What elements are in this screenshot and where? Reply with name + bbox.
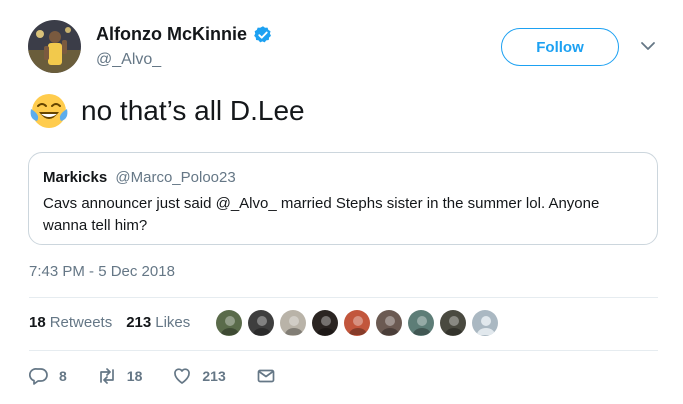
retweet-button[interactable]: 18 <box>97 366 143 386</box>
liker-avatar[interactable] <box>215 309 243 337</box>
chevron-down-icon[interactable] <box>640 40 656 52</box>
user-photo-icon <box>344 310 370 336</box>
likes-stat[interactable]: 213 Likes <box>126 314 190 331</box>
quoted-handle: @Marco_Poloo23 <box>115 169 236 186</box>
liker-avatar[interactable] <box>439 309 467 337</box>
author-avatar[interactable] <box>28 20 81 73</box>
liker-avatars <box>215 309 503 339</box>
verified-badge-icon <box>254 25 271 42</box>
retweets-label: Retweets <box>49 314 113 331</box>
divider <box>29 297 658 298</box>
follow-button[interactable]: Follow <box>501 28 619 66</box>
retweets-stat[interactable]: 18 Retweets <box>29 314 112 331</box>
reply-button[interactable]: 8 <box>29 366 67 386</box>
direct-message-button[interactable] <box>256 366 286 386</box>
user-photo-icon <box>376 310 402 336</box>
retweets-count: 18 <box>29 314 46 331</box>
user-photo-icon <box>248 310 274 336</box>
heart-icon <box>174 368 191 384</box>
user-photo-icon <box>408 310 434 336</box>
author-handle[interactable]: @_Alvo_ <box>96 51 161 69</box>
tweet-text: no that’s all D.Lee <box>81 95 305 126</box>
liker-avatar[interactable] <box>343 309 371 337</box>
face-with-tears-of-joy-icon <box>30 94 68 128</box>
tweet-card: Alfonzo McKinnie @_Alvo_ Follow no that’… <box>0 0 683 404</box>
likes-label: Likes <box>155 314 191 331</box>
quoted-display-name: Markicks <box>43 169 108 186</box>
default-avatar-icon <box>472 310 498 336</box>
likes-count: 213 <box>126 314 152 331</box>
like-button[interactable]: 213 <box>172 366 226 386</box>
user-photo-icon <box>216 310 242 336</box>
reply-icon <box>29 368 48 385</box>
liker-avatar[interactable] <box>375 309 403 337</box>
author-display-name[interactable]: Alfonzo McKinnie <box>96 24 247 45</box>
tweet-timestamp[interactable]: 7:43 PM - 5 Dec 2018 <box>29 263 175 280</box>
liker-avatar[interactable] <box>279 309 307 337</box>
retweet-icon <box>99 368 114 384</box>
quoted-tweet-card[interactable]: Markicks @Marco_Poloo23 Cavs announcer j… <box>28 152 658 245</box>
envelope-icon <box>257 369 275 383</box>
user-photo-icon <box>280 310 306 336</box>
user-photo-icon <box>312 310 338 336</box>
liker-avatar[interactable] <box>311 309 339 337</box>
liker-avatar[interactable] <box>407 309 435 337</box>
user-photo-icon <box>440 310 466 336</box>
divider <box>29 350 658 351</box>
liker-avatar[interactable] <box>471 309 499 337</box>
retweet-count: 18 <box>126 368 143 384</box>
quoted-tweet-text: Cavs announcer just said @_Alvo_ married… <box>43 195 600 234</box>
like-count: 213 <box>202 368 226 384</box>
reply-count: 8 <box>59 368 67 384</box>
liker-avatar[interactable] <box>247 309 275 337</box>
